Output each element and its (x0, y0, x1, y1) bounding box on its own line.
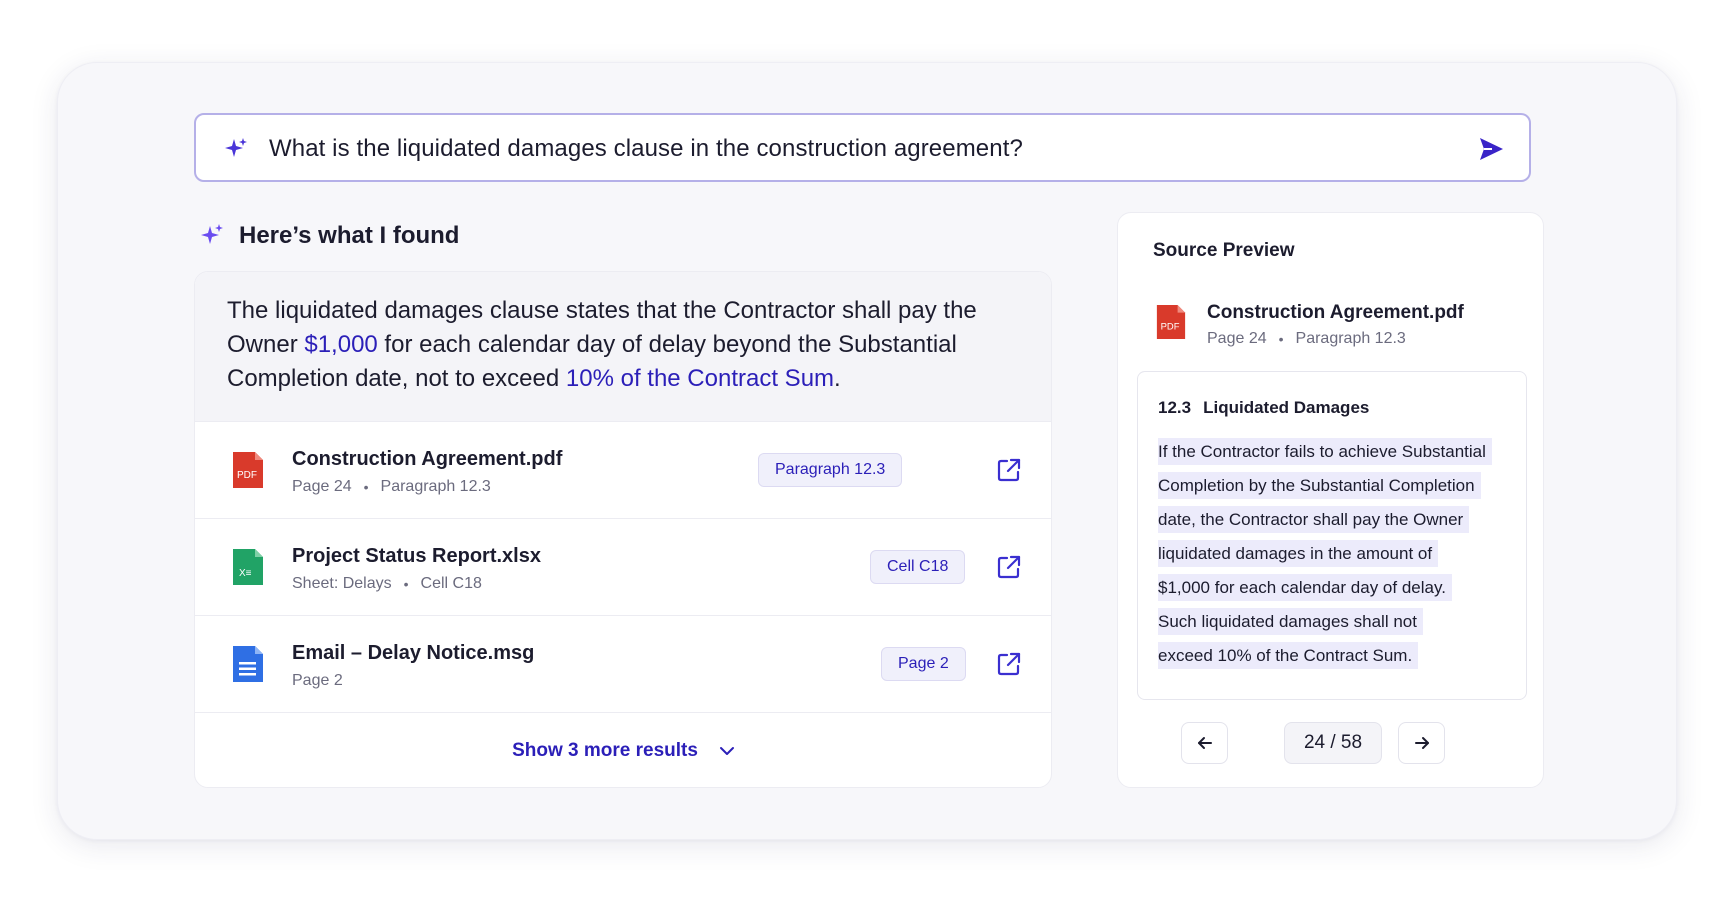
result-file-name[interactable]: Project Status Report.xlsx (292, 545, 541, 568)
results-card: The liquidated damages clause states tha… (194, 271, 1052, 788)
external-link-icon (997, 458, 1021, 482)
open-external-button[interactable] (996, 457, 1022, 483)
results-heading: Here’s what I found (199, 222, 459, 250)
excel-file-icon: X≡ (233, 549, 263, 585)
external-link-icon (997, 555, 1021, 579)
sparkle-icon (225, 138, 247, 157)
section-number: 12.3 (1158, 398, 1192, 417)
external-link-icon (997, 652, 1021, 676)
arrow-left-icon (1197, 737, 1212, 749)
preview-meta-paragraph: Paragraph 12.3 (1295, 330, 1406, 347)
section-title: Liquidated Damages (1203, 398, 1370, 417)
result-file-meta: Page 24 • Paragraph 12.3 (292, 478, 491, 496)
preview-file-name: Construction Agreement.pdf (1207, 302, 1464, 323)
result-meta-location: Paragraph 12.3 (380, 478, 491, 495)
next-page-button[interactable] (1398, 722, 1445, 764)
result-meta-page: Page 2 (292, 672, 343, 689)
source-preview-panel: Source Preview PDF Construction Agreemen… (1117, 212, 1544, 788)
location-badge[interactable]: Paragraph 12.3 (758, 453, 903, 487)
result-file-meta: Page 2 (292, 672, 343, 690)
location-badge[interactable]: Page 2 (881, 647, 966, 681)
highlighted-passage: If the Contractor fails to achieve Subst… (1158, 438, 1492, 676)
source-preview-title: Source Preview (1153, 240, 1295, 261)
result-file-name[interactable]: Construction Agreement.pdf (292, 448, 562, 471)
highlighted-line: $1,000 for each calendar day of delay. (1158, 574, 1452, 601)
send-button[interactable] (1477, 135, 1505, 163)
location-badge[interactable]: Cell C18 (870, 550, 966, 584)
open-external-button[interactable] (996, 554, 1022, 580)
result-file-name[interactable]: Email – Delay Notice.msg (292, 642, 534, 665)
section-heading: 12.3 Liquidated Damages (1158, 398, 1369, 418)
svg-text:X≡: X≡ (239, 568, 252, 579)
document-file-icon (233, 646, 263, 682)
highlighted-line: liquidated damages in the amount of (1158, 540, 1439, 567)
meta-separator: • (363, 479, 369, 495)
search-bar[interactable]: What is the liquidated damages clause in… (194, 113, 1531, 182)
preview-meta-page: Page 24 (1207, 330, 1267, 347)
highlighted-line: Such liquidated damages shall not (1158, 608, 1423, 635)
arrow-right-icon (1414, 737, 1429, 749)
result-meta-location: Cell C18 (420, 575, 482, 592)
pdf-file-icon: PDF (233, 452, 263, 488)
highlighted-line: If the Contractor fails to achieve Subst… (1158, 438, 1492, 465)
meta-separator: • (403, 576, 409, 592)
svg-text:PDF: PDF (1161, 321, 1180, 332)
result-row[interactable]: X≡ Project Status Report.xlsx Sheet: Del… (195, 518, 1051, 615)
pdf-file-icon: PDF (1156, 305, 1186, 339)
answer-highlight-amount: $1,000 (304, 331, 378, 358)
document-excerpt: 12.3 Liquidated Damages If the Contractor… (1137, 371, 1527, 700)
answer-summary: The liquidated damages clause states tha… (195, 272, 1051, 421)
open-external-button[interactable] (996, 651, 1022, 677)
show-more-button[interactable]: Show 3 more results (195, 712, 1051, 787)
answer-text: . (834, 365, 841, 392)
svg-text:PDF: PDF (237, 470, 257, 481)
search-query-text[interactable]: What is the liquidated damages clause in… (269, 135, 1023, 163)
result-meta-page: Page 24 (292, 478, 352, 495)
highlighted-line: exceed 10% of the Contract Sum. (1158, 642, 1419, 669)
result-file-meta: Sheet: Delays • Cell C18 (292, 575, 482, 593)
show-more-label: Show 3 more results (512, 740, 698, 761)
chevron-down-icon (719, 747, 734, 755)
results-heading-text: Here’s what I found (239, 222, 460, 249)
result-row[interactable]: Email – Delay Notice.msg Page 2 Page 2 (195, 615, 1051, 712)
send-icon (1480, 138, 1503, 160)
page-counter: 24 / 58 (1284, 722, 1382, 764)
result-meta-sheet: Sheet: Delays (292, 575, 392, 592)
result-row[interactable]: PDF Construction Agreement.pdf Page 24 •… (195, 421, 1051, 518)
previous-page-button[interactable] (1181, 722, 1228, 764)
highlighted-line: Completion by the Substantial Completion (1158, 472, 1481, 499)
answer-highlight-cap: 10% of the Contract Sum (565, 365, 835, 392)
highlighted-line: date, the Contractor shall pay the Owner (1158, 506, 1470, 533)
sparkle-icon (201, 224, 223, 244)
meta-separator: • (1278, 331, 1284, 347)
preview-file-meta: Page 24 • Paragraph 12.3 (1207, 330, 1406, 348)
